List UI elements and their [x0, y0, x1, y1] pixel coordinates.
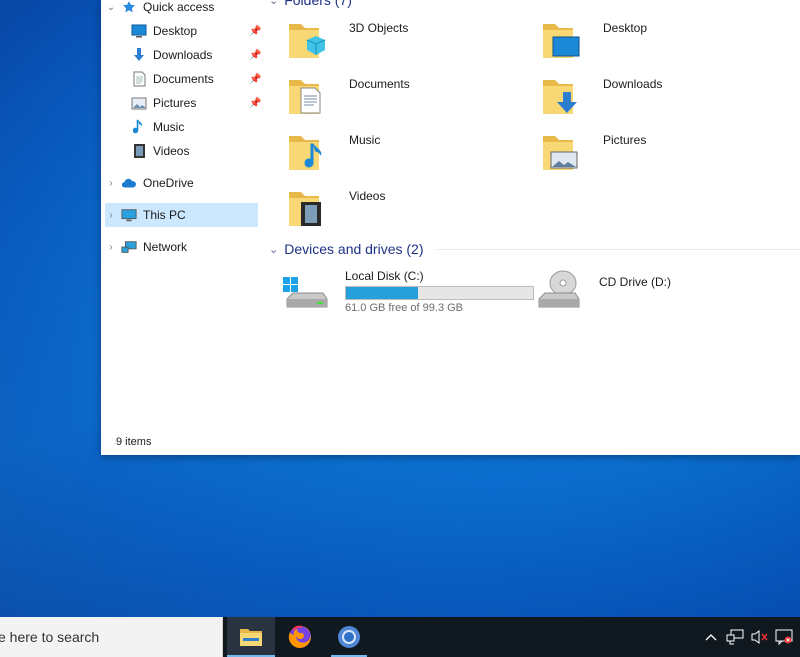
network-icon — [121, 239, 137, 255]
folder-name: 3D Objects — [349, 21, 409, 35]
folder-name: Downloads — [603, 77, 663, 91]
3d-objects-folder-icon — [285, 18, 329, 62]
drive-name: CD Drive (D:) — [599, 275, 671, 289]
search-placeholder: e here to search — [0, 629, 100, 645]
group-header-label: Devices and drives (2) — [284, 241, 424, 257]
desktop-icon — [131, 23, 147, 39]
taskbar-firefox[interactable] — [276, 617, 324, 657]
drive-tile-cd-drive[interactable]: CD Drive (D:) — [535, 265, 735, 315]
taskbar: e here to search — [0, 617, 800, 657]
folder-name: Pictures — [603, 133, 647, 147]
nav-item-label: Documents — [153, 72, 214, 86]
drive-name: Local Disk (C:) — [345, 269, 424, 283]
group-divider — [437, 249, 800, 250]
taskbar-search-box[interactable]: e here to search — [0, 617, 223, 657]
nav-item-videos[interactable]: Videos — [131, 139, 261, 163]
folder-tile-documents[interactable]: Documents — [285, 74, 525, 122]
nav-item-downloads[interactable]: Downloads 📌 — [131, 43, 261, 67]
cloud-icon — [121, 175, 137, 191]
chevron-right-icon[interactable]: › — [105, 207, 117, 223]
folder-tile-3d-objects[interactable]: 3D Objects — [285, 18, 525, 66]
pictures-icon — [131, 95, 147, 111]
star-icon — [121, 0, 137, 15]
folder-name: Music — [349, 133, 381, 147]
pictures-folder-icon — [539, 130, 583, 174]
hard-drive-icon — [283, 277, 328, 308]
drive-usage-bar — [345, 286, 534, 300]
computer-icon — [121, 207, 137, 223]
file-explorer-window: ⌄ Quick access Desktop 📌 Downloads 📌 Doc… — [101, 0, 800, 455]
documents-folder-icon — [285, 74, 329, 118]
nav-quick-access-label: Quick access — [143, 0, 215, 14]
taskbar-file-explorer[interactable] — [227, 617, 275, 657]
notification-icon[interactable] — [773, 617, 795, 657]
folder-tile-downloads[interactable]: Downloads — [539, 74, 779, 122]
chevron-down-icon[interactable]: ⌄ — [269, 243, 278, 256]
folder-name: Desktop — [603, 21, 648, 35]
download-arrow-icon — [131, 47, 147, 63]
cd-drive-icon — [538, 270, 580, 308]
nav-item-music[interactable]: Music — [131, 115, 261, 139]
nav-item-label: OneDrive — [143, 176, 194, 190]
chevron-down-icon[interactable]: ⌄ — [105, 0, 117, 15]
nav-item-network[interactable]: › Network — [105, 235, 258, 259]
content-pane: ⌄ Folders (7) 3D Objects Desktop Documen… — [269, 0, 800, 455]
nav-item-desktop[interactable]: Desktop 📌 — [131, 19, 261, 43]
nav-item-onedrive[interactable]: › OneDrive — [105, 171, 258, 195]
file-explorer-icon — [240, 629, 262, 646]
pin-icon[interactable]: 📌 — [249, 50, 261, 61]
folders-group-header[interactable]: ⌄ Folders (7) — [269, 0, 352, 10]
nav-item-label: Downloads — [153, 48, 213, 62]
music-note-icon — [131, 119, 147, 135]
folder-tile-pictures[interactable]: Pictures — [539, 130, 779, 178]
drive-usage-fill — [346, 287, 419, 299]
folder-name: Videos — [349, 189, 386, 203]
pin-icon[interactable]: 📌 — [249, 98, 261, 109]
music-folder-icon — [285, 130, 329, 174]
nav-quick-access[interactable]: ⌄ Quick access — [105, 0, 258, 19]
nav-item-label: This PC — [143, 208, 186, 222]
navigation-pane: ⌄ Quick access Desktop 📌 Downloads 📌 Doc… — [101, 0, 261, 455]
folder-tile-desktop[interactable]: Desktop — [539, 18, 779, 66]
folder-tile-music[interactable]: Music — [285, 130, 525, 178]
devices-group-header[interactable]: ⌄ Devices and drives (2) — [269, 239, 800, 259]
chevron-right-icon[interactable]: › — [105, 175, 117, 191]
firefox-icon — [288, 625, 311, 648]
nav-item-label: Network — [143, 240, 188, 254]
chrome-icon — [338, 626, 360, 648]
desktop-folder-icon — [539, 18, 583, 62]
status-item-count: 9 items — [116, 436, 152, 448]
nav-item-documents[interactable]: Documents 📌 — [131, 67, 261, 91]
videos-folder-icon — [285, 186, 329, 230]
taskbar-chrome[interactable] — [325, 617, 373, 657]
drive-free-space: 61.0 GB free of 99.3 GB — [345, 302, 464, 314]
document-icon — [131, 71, 147, 87]
chevron-up-icon[interactable] — [702, 617, 720, 657]
drive-tile-local-disk[interactable]: Local Disk (C:) 61.0 GB free of 99.3 GB — [281, 265, 541, 315]
network-icon[interactable] — [724, 617, 746, 657]
nav-item-this-pc[interactable]: › This PC — [105, 203, 258, 227]
group-header-label: Folders (7) — [284, 0, 352, 8]
chevron-down-icon[interactable]: ⌄ — [269, 0, 278, 7]
nav-item-label: Desktop — [153, 24, 198, 38]
pin-icon[interactable]: 📌 — [249, 74, 261, 85]
folder-tile-videos[interactable]: Videos — [285, 186, 525, 234]
nav-item-label: Pictures — [153, 96, 197, 110]
pin-icon[interactable]: 📌 — [249, 26, 261, 37]
folder-name: Documents — [349, 77, 410, 91]
nav-item-label: Music — [153, 120, 185, 134]
chevron-right-icon[interactable]: › — [105, 239, 117, 255]
downloads-folder-icon — [539, 74, 583, 118]
nav-item-pictures[interactable]: Pictures 📌 — [131, 91, 261, 115]
nav-item-label: Videos — [153, 144, 190, 158]
volume-muted-icon[interactable] — [749, 617, 771, 657]
film-icon — [131, 143, 147, 159]
